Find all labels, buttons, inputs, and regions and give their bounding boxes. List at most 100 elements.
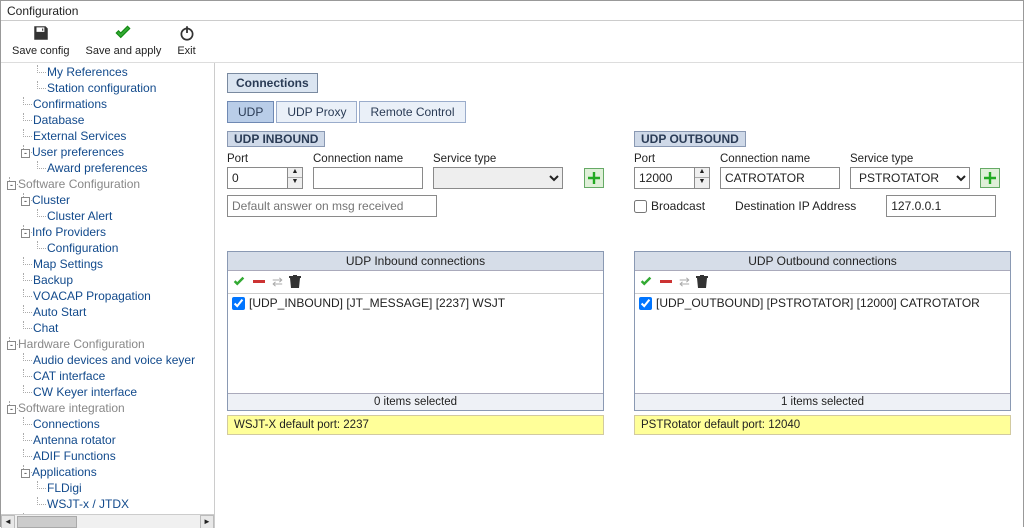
tabs: UDPUDP ProxyRemote Control <box>227 101 1011 123</box>
scroll-thumb[interactable] <box>17 516 77 528</box>
tree-item[interactable]: My References <box>33 65 214 81</box>
outbound-service-select[interactable]: PSTROTATOR <box>850 167 970 189</box>
expand-icon[interactable]: - <box>7 341 16 350</box>
tree-item[interactable]: -Software Configuration <box>5 177 214 193</box>
tree-item[interactable]: -Software integration <box>5 401 214 417</box>
tree-item[interactable]: Antenna rotator <box>19 433 214 449</box>
tree-item[interactable]: ADIF Functions <box>19 449 214 465</box>
outbound-panel: UDP OUTBOUND Port ▲▼ Connection name <box>634 131 1011 435</box>
check-icon[interactable] <box>639 274 653 290</box>
tab-udp-proxy[interactable]: UDP Proxy <box>276 101 357 123</box>
tree-item-label: Confirmations <box>33 97 107 111</box>
tree-item[interactable]: CW Keyer interface <box>19 385 214 401</box>
inbound-port-field[interactable] <box>227 167 287 189</box>
tree-item-label: Connections <box>33 417 100 431</box>
horizontal-scrollbar[interactable]: ◄ ► <box>1 514 214 528</box>
tree-item[interactable]: External Services <box>19 129 214 145</box>
spin-down-icon[interactable]: ▼ <box>695 178 709 188</box>
tab-udp[interactable]: UDP <box>227 101 274 123</box>
scroll-right-icon[interactable]: ► <box>200 515 214 528</box>
expand-icon[interactable]: - <box>21 197 30 206</box>
tree-item[interactable]: Audio devices and voice keyer <box>19 353 214 369</box>
outbound-port-input[interactable]: ▲▼ <box>634 167 710 189</box>
expand-icon[interactable]: - <box>7 405 16 414</box>
outbound-add-button[interactable] <box>980 168 1000 188</box>
tree-item[interactable]: Award preferences <box>33 161 214 177</box>
tree-item[interactable]: -Info Providers <box>19 225 214 241</box>
tab-remote-control[interactable]: Remote Control <box>359 101 465 123</box>
outbound-list: UDP Outbound connections ⇄ [UDP_OUTBOUND… <box>634 251 1011 411</box>
tree-item-label: Hardware Configuration <box>18 337 145 351</box>
list-item-text: [UDP_OUTBOUND] [PSTROTATOR] [12000] CATR… <box>656 296 980 310</box>
dest-ip-input[interactable] <box>886 195 996 217</box>
scroll-left-icon[interactable]: ◄ <box>1 515 15 528</box>
exit-button[interactable]: Exit <box>172 21 200 60</box>
tree-item[interactable]: Station configuration <box>33 81 214 97</box>
tree-item-label: Software integration <box>18 401 125 415</box>
inbound-add-button[interactable] <box>584 168 604 188</box>
tree-item-label: CAT interface <box>33 369 105 383</box>
tree-item-label: Software Configuration <box>18 177 140 191</box>
expand-icon[interactable]: - <box>21 149 30 158</box>
spin-up-icon[interactable]: ▲ <box>288 168 302 178</box>
tree-item[interactable]: Connections <box>19 417 214 433</box>
minus-icon[interactable] <box>252 274 266 290</box>
toggle-icon[interactable]: ⇄ <box>272 274 283 290</box>
tree-item[interactable]: Map Settings <box>19 257 214 273</box>
outbound-port-field[interactable] <box>634 167 694 189</box>
tree-item-label: VOACAP Propagation <box>33 289 151 303</box>
inbound-port-input[interactable]: ▲▼ <box>227 167 303 189</box>
trash-icon[interactable] <box>289 274 301 290</box>
tree-item-label: Cluster <box>32 193 70 207</box>
main-panel: Connections UDPUDP ProxyRemote Control U… <box>215 63 1023 528</box>
tree-item[interactable]: -Applications <box>19 465 214 481</box>
tree-item[interactable]: Confirmations <box>19 97 214 113</box>
list-item-text: [UDP_INBOUND] [JT_MESSAGE] [2237] WSJT <box>249 296 505 310</box>
spin-down-icon[interactable]: ▼ <box>288 178 302 188</box>
tree-item[interactable]: Database <box>19 113 214 129</box>
tree-item[interactable]: -Hardware Configuration <box>5 337 214 353</box>
outbound-band: UDP OUTBOUND <box>634 131 746 147</box>
default-answer-input[interactable] <box>227 195 437 217</box>
inbound-service-select[interactable] <box>433 167 563 189</box>
tree-item[interactable]: -User preferences <box>19 145 214 161</box>
tree-item[interactable]: CAT interface <box>19 369 214 385</box>
tree-item[interactable]: Auto Start <box>19 305 214 321</box>
tree-item-label: Info Providers <box>32 225 106 239</box>
tree-item-label: FLDigi <box>47 481 82 495</box>
tree-item[interactable]: Backup <box>19 273 214 289</box>
list-item[interactable]: [UDP_INBOUND] [JT_MESSAGE] [2237] WSJT <box>228 294 603 312</box>
outbound-conn-name-input[interactable] <box>720 167 840 189</box>
check-icon[interactable] <box>232 274 246 290</box>
list-item-checkbox[interactable] <box>639 297 652 310</box>
list-item[interactable]: [UDP_OUTBOUND] [PSTROTATOR] [12000] CATR… <box>635 294 1010 312</box>
list-item-checkbox[interactable] <box>232 297 245 310</box>
tree-item[interactable]: FLDigi <box>33 481 214 497</box>
save-apply-button[interactable]: Save and apply <box>80 21 166 60</box>
inbound-list-footer: 0 items selected <box>228 393 603 410</box>
minus-icon[interactable] <box>659 274 673 290</box>
inbound-note: WSJT-X default port: 2237 <box>227 415 604 435</box>
tree-item[interactable]: -Cluster <box>19 193 214 209</box>
tree-item[interactable]: Configuration <box>33 241 214 257</box>
tree-item[interactable]: WSJT-x / JTDX <box>33 497 214 513</box>
tree-item[interactable]: Chat <box>19 321 214 337</box>
tree-pane[interactable]: My ReferencesStation configurationConfir… <box>1 63 215 528</box>
tree-item-label: Map Settings <box>33 257 103 271</box>
toggle-icon[interactable]: ⇄ <box>679 274 690 290</box>
spin-up-icon[interactable]: ▲ <box>695 168 709 178</box>
broadcast-checkbox[interactable]: Broadcast <box>634 199 705 213</box>
tree-item[interactable]: Cluster Alert <box>33 209 214 225</box>
tree-item-label: Chat <box>33 321 58 335</box>
trash-icon[interactable] <box>696 274 708 290</box>
expand-icon[interactable]: - <box>21 229 30 238</box>
toolbar-label: Save and apply <box>85 45 161 57</box>
save-config-button[interactable]: Save config <box>7 21 74 60</box>
tree-item-label: Auto Start <box>33 305 86 319</box>
expand-icon[interactable]: - <box>7 181 16 190</box>
tree-item[interactable]: VOACAP Propagation <box>19 289 214 305</box>
inbound-conn-name-input[interactable] <box>313 167 423 189</box>
tree-item-label: Database <box>33 113 84 127</box>
expand-icon[interactable]: - <box>21 469 30 478</box>
inbound-panel: UDP INBOUND Port ▲▼ Connection name <box>227 131 604 435</box>
